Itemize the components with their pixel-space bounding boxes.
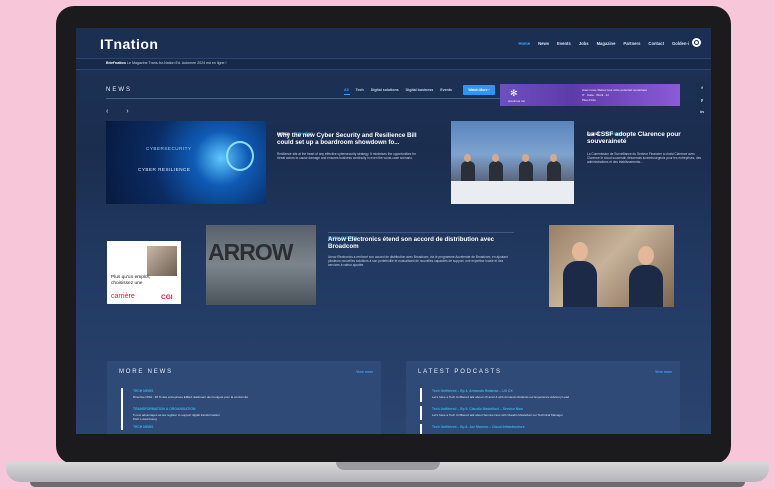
menu-item-magazine[interactable]: Magazine bbox=[597, 41, 616, 46]
cgi-logo: CGI bbox=[161, 294, 173, 301]
timeline-bar bbox=[121, 388, 123, 430]
timeline-bar bbox=[420, 388, 422, 402]
latest-podcasts-panel: LATEST PODCASTS View more Tech Unfiltere… bbox=[406, 361, 680, 434]
podcasts-title: LATEST PODCASTS bbox=[418, 369, 502, 375]
tab-events[interactable]: Events bbox=[440, 88, 452, 92]
ticker-label: Brief'nation bbox=[106, 61, 126, 65]
news-item-text[interactable]: Directive NIS2 : 38 % des entreprises EM… bbox=[133, 395, 248, 399]
laptop-shadow bbox=[30, 482, 745, 487]
proximus-logo-icon: ✻ bbox=[510, 88, 518, 98]
watch-more-button[interactable]: Watch More › bbox=[463, 85, 495, 95]
article-title[interactable]: Why the new Cyber Security and Resilienc… bbox=[277, 132, 417, 146]
article-excerpt: Resilience sits at the heart of any effe… bbox=[277, 152, 416, 160]
ticker-text[interactable]: – Le Magazine Trans-for-Nation Ed. Autom… bbox=[124, 61, 226, 65]
article-image-press-conference[interactable] bbox=[451, 121, 574, 204]
top-navigation: ITnation Home News Events Jobs Magazine … bbox=[76, 28, 711, 58]
menu-item-events[interactable]: Events bbox=[557, 41, 571, 46]
news-item-subtext: PwC Luxembourg bbox=[133, 417, 157, 421]
menu-item-contact[interactable]: Contact bbox=[648, 41, 664, 46]
person-head bbox=[492, 154, 499, 162]
timeline-bar bbox=[420, 424, 422, 434]
carousel-arrows[interactable]: ‹ › bbox=[106, 108, 137, 115]
cgi-ad[interactable]: Plus qu'un emploi, choisissez une carriè… bbox=[107, 241, 181, 304]
article3-excerpt: La Commission de Surveillance du Secteur… bbox=[587, 152, 702, 164]
arrow-article-excerpt: Arrow Electronics a renforcé son accord … bbox=[328, 255, 508, 267]
cgi-ad-text: Plus qu'un emploi, choisissez une bbox=[111, 275, 151, 286]
menu-item-jobs[interactable]: Jobs bbox=[579, 41, 589, 46]
news-ticker: Brief'nation – Le Magazine Trans-for-Nat… bbox=[76, 58, 711, 70]
tab-digital-business[interactable]: Digital business bbox=[406, 88, 434, 92]
more-news-panel: MORE NEWS View more TECH NEWS Directive … bbox=[107, 361, 381, 434]
article-image-executives[interactable] bbox=[549, 225, 674, 307]
menu-item-home[interactable]: Home bbox=[518, 41, 530, 46]
news-item-category[interactable]: TRANSFORMATION & ORGANISATION bbox=[133, 407, 195, 411]
person-head bbox=[464, 154, 471, 162]
arrow-logo-text: ARROW bbox=[208, 239, 293, 265]
menu-item-golden-i[interactable]: Golden-i bbox=[672, 41, 689, 46]
section-divider bbox=[106, 98, 511, 99]
tab-digital-solutions[interactable]: Digital solutions bbox=[371, 88, 399, 92]
news-tabs: All Tech Digital solutions Digital busin… bbox=[344, 88, 452, 92]
meta-divider bbox=[328, 232, 514, 233]
person-head bbox=[638, 246, 654, 265]
main-menu: Home News Events Jobs Magazine Partners … bbox=[518, 41, 689, 46]
image-caption-resilience: CYBER RESILIENCE bbox=[138, 167, 191, 172]
podcast-item-text[interactable]: Let's have a Tech Unfiltered talk about … bbox=[432, 413, 563, 417]
timeline-bar bbox=[420, 406, 422, 420]
news-item-category[interactable]: TECH NEWS bbox=[133, 389, 153, 393]
cgi-ad-highlight: carrière bbox=[111, 293, 135, 300]
menu-item-partners[interactable]: Partners bbox=[623, 41, 640, 46]
browser-viewport: ITnation Home News Events Jobs Magazine … bbox=[76, 28, 711, 434]
person-head bbox=[550, 154, 557, 162]
tab-all[interactable]: All bbox=[344, 88, 349, 92]
news-section-title: NEWS bbox=[106, 87, 132, 93]
twitter-icon[interactable]: y bbox=[696, 94, 708, 106]
more-news-view-more[interactable]: View more bbox=[356, 370, 373, 374]
site-logo[interactable]: ITnation bbox=[100, 36, 158, 52]
linkedin-icon[interactable]: in bbox=[696, 106, 708, 118]
article-image-cybersecurity[interactable]: CYBERSECURITY CYBER RESILIENCE bbox=[106, 121, 266, 204]
tab-tech[interactable]: Tech bbox=[356, 88, 364, 92]
ad-headline: Avec nous, libérez tout votre potentiel … bbox=[582, 88, 647, 92]
more-news-title: MORE NEWS bbox=[119, 369, 173, 375]
proximus-ad-banner[interactable]: ✻ proximus nxt Avec nous, libérez tout v… bbox=[500, 84, 680, 106]
ad-subline: IT · Data · Work · AI bbox=[582, 93, 609, 97]
lock-icon bbox=[226, 141, 254, 171]
podcast-item-text[interactable]: Let's have a Tech Unfiltered talk about … bbox=[432, 395, 569, 399]
ad-brand: proximus nxt bbox=[508, 99, 526, 103]
ad-photo bbox=[147, 246, 177, 276]
arrow-article-title[interactable]: Arrow Electronics étend son accord de di… bbox=[328, 236, 514, 250]
podcast-item-title[interactable]: Tech Unfiltered – Ep 6. Joe Moreno – Clo… bbox=[432, 425, 525, 429]
article-image-arrow[interactable]: ARROW bbox=[206, 225, 316, 305]
facebook-icon[interactable]: f bbox=[696, 82, 708, 94]
laptop-notch bbox=[336, 462, 440, 470]
conference-table bbox=[451, 181, 574, 204]
menu-item-news[interactable]: News bbox=[538, 41, 549, 46]
article3-title[interactable]: La CSSF adopte Clarence pour souverainet… bbox=[587, 131, 707, 146]
person-head bbox=[522, 154, 529, 162]
ad-cta[interactable]: Plus d'info bbox=[582, 98, 596, 102]
image-caption-cybersecurity: CYBERSECURITY bbox=[146, 146, 192, 151]
person-figure bbox=[629, 265, 663, 307]
podcast-item-title[interactable]: Tech Unfiltered – Ep 4. Armando Rolando … bbox=[432, 389, 513, 393]
search-icon[interactable] bbox=[692, 38, 701, 47]
active-tab-indicator bbox=[344, 94, 350, 95]
person-figure bbox=[563, 261, 597, 307]
podcasts-view-more[interactable]: View more bbox=[655, 370, 672, 374]
person-head bbox=[572, 242, 588, 261]
news-item-category[interactable]: TECH NEWS bbox=[133, 425, 153, 429]
social-share-bar: f y in bbox=[696, 82, 708, 120]
podcast-item-title[interactable]: Tech Unfiltered – Ep 5. Claudio Mastellu… bbox=[432, 407, 523, 411]
